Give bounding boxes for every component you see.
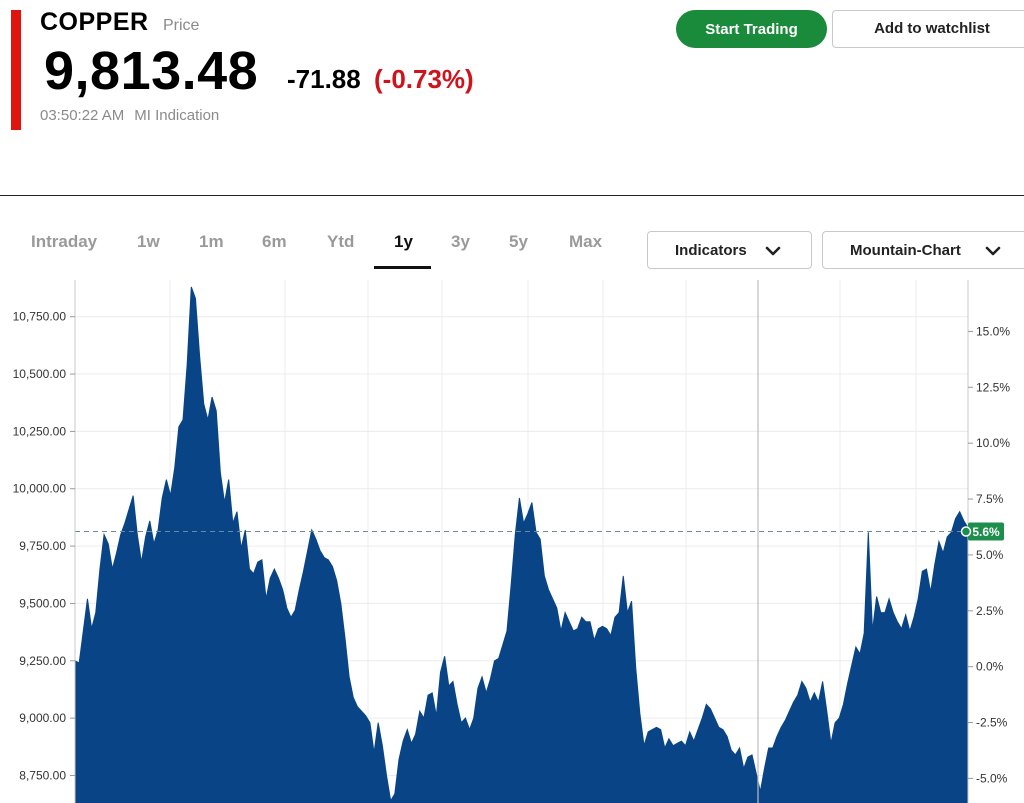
header-divider <box>0 195 1024 196</box>
tab-intraday[interactable]: Intraday <box>31 232 97 252</box>
price-change-percent: (-0.73%) <box>374 64 474 94</box>
y-left-tick-label: 8,750.00 <box>19 768 66 782</box>
quote-time: 03:50:22 AM <box>40 107 125 124</box>
tab-1w[interactable]: 1w <box>137 232 160 252</box>
chart-type-dropdown[interactable]: Mountain-Chart <box>822 231 1024 269</box>
y-left-tick-label: 9,750.00 <box>19 539 66 553</box>
y-right-tick-label: 2.5% <box>976 604 1004 618</box>
tab-1y[interactable]: 1y <box>394 232 413 252</box>
active-tab-indicator <box>374 266 431 269</box>
accent-bar <box>11 10 21 130</box>
tab-ytd[interactable]: Ytd <box>327 232 354 252</box>
y-left-tick-label: 9,250.00 <box>19 654 66 668</box>
y-right-tick-label: 10.0% <box>976 436 1010 450</box>
tab-max[interactable]: Max <box>569 232 602 252</box>
current-value-label: 5.6% <box>972 525 1000 539</box>
add-to-watchlist-button[interactable]: Add to watchlist <box>832 10 1024 48</box>
y-right-tick-label: 0.0% <box>976 660 1004 674</box>
y-left-tick-label: 10,500.00 <box>13 367 67 381</box>
start-trading-button[interactable]: Start Trading <box>676 10 827 48</box>
price-area <box>74 286 969 803</box>
y-left-tick-label: 10,250.00 <box>13 424 67 438</box>
quote-meta: 03:50:22 AM MI Indication <box>40 107 219 124</box>
range-tabs: Intraday 1w 1m 6m Ytd 1y 3y 5y Max <box>0 222 640 270</box>
y-right-tick-label: -5.0% <box>976 771 1008 785</box>
last-price: 9,813.48 <box>44 41 259 101</box>
y-left-tick-label: 9,500.00 <box>19 596 66 610</box>
tab-5y[interactable]: 5y <box>509 232 528 252</box>
chevron-down-icon <box>765 246 781 256</box>
indicators-label: Indicators <box>675 242 747 259</box>
indicators-dropdown[interactable]: Indicators <box>647 231 812 269</box>
tab-1m[interactable]: 1m <box>199 232 224 252</box>
tab-6m[interactable]: 6m <box>262 232 287 252</box>
chart-type-label: Mountain-Chart <box>850 242 961 259</box>
quote-source: MI Indication <box>134 107 220 124</box>
y-right-tick-label: 12.5% <box>976 380 1010 394</box>
y-left-tick-label: 10,750.00 <box>13 310 67 324</box>
y-right-tick-label: 15.0% <box>976 324 1010 338</box>
price-change-absolute: -71.88 <box>287 64 361 94</box>
current-value-dot <box>960 526 972 537</box>
chevron-down-icon <box>985 246 1001 256</box>
y-left-tick-label: 9,000.00 <box>19 711 66 725</box>
y-right-tick-label: 7.5% <box>976 492 1004 506</box>
y-right-tick-label: 5.0% <box>976 548 1004 562</box>
y-left-tick-label: 10,000.00 <box>13 482 67 496</box>
instrument-subtitle: Price <box>163 17 200 34</box>
y-right-tick-label: -2.5% <box>976 716 1008 730</box>
tab-3y[interactable]: 3y <box>451 232 470 252</box>
instrument-symbol: COPPER <box>40 8 149 36</box>
price-chart: 8,750.00 9,000.00 9,250.00 9,500.00 9,750.00… <box>13 280 1010 803</box>
